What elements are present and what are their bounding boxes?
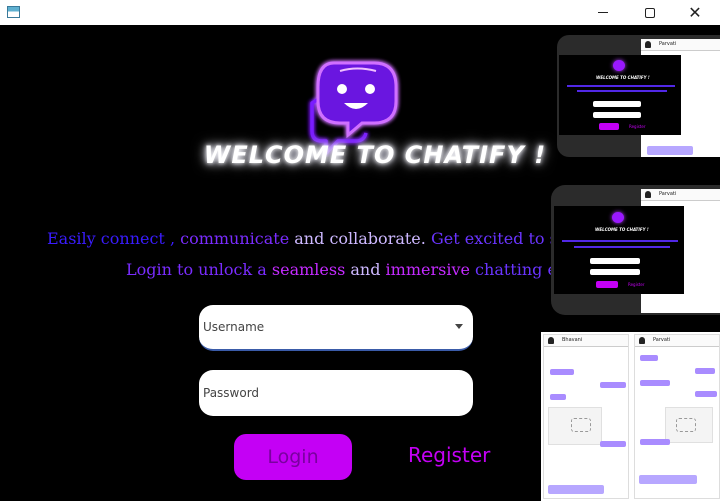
preview-message [600,382,626,388]
preview-chat-name: Parvati [659,191,677,197]
close-icon: ✕ [688,3,702,22]
preview-login-window: WELCOME TO CHATIFY ! Register [554,206,684,294]
preview-chat-name: Parvati [659,41,677,47]
preview-password [590,269,640,275]
preview-message [600,441,626,447]
register-link[interactable]: Register [408,443,490,467]
tagline-segment: Login [126,260,178,279]
preview-welcome: WELCOME TO CHATIFY ! [595,227,649,232]
preview-chat-panel: Parvati [634,334,720,499]
maximize-icon [645,7,655,18]
tagline-segment: Easily connect , [47,229,181,248]
preview-chat-header: Parvati [641,189,720,201]
avatar-icon [645,191,651,198]
title-bar: ✕ [0,0,720,25]
preview-sketch [571,418,591,432]
tagline-line-1: Easily connect , communicate and collabo… [47,229,588,248]
app-icon [7,6,20,18]
password-input[interactable] [199,386,473,400]
preview-chat-header: Bhavani [544,335,628,347]
tagline-segment: and collaborate. [294,229,431,248]
tagline-segment: to unlock a [177,260,272,279]
maximize-button[interactable] [627,0,673,25]
preview-logo-icon [613,60,625,71]
preview-tagline [562,240,678,242]
preview-username [590,258,640,264]
preview-message [695,368,715,374]
preview-chat-name: Bhavani [562,337,583,343]
password-field[interactable] [199,370,473,416]
preview-tagline [577,90,667,92]
avatar-icon [548,337,554,344]
preview-message-input [548,485,604,494]
preview-thumbnail-3: Bhavani Parvati [541,332,720,501]
preview-message [695,391,717,397]
preview-login-window: WELCOME TO CHATIFY ! Register [559,55,681,135]
tagline-line-2: Login to unlock a seamless and immersive… [126,260,576,279]
preview-message-input [639,475,697,484]
username-input[interactable] [199,320,473,334]
preview-login-button [596,281,618,288]
avatar-icon [639,337,645,344]
preview-thumbnail-2: Parvati WELCOME TO CHATIFY ! Register [551,185,720,315]
username-field[interactable] [199,305,473,351]
tagline-segment: and [350,260,386,279]
avatar-icon [645,41,651,48]
preview-chat-name: Parvati [653,337,671,343]
preview-message-input [647,146,693,155]
preview-message [640,439,670,445]
preview-chat-panel: Bhavani [543,334,629,499]
minimize-button[interactable] [580,0,626,25]
preview-message [550,394,566,400]
preview-chat-header: Parvati [635,335,719,347]
preview-sketch [676,418,696,432]
minimize-icon [598,12,608,13]
preview-logo-icon [612,212,624,223]
preview-username [593,101,641,107]
login-button[interactable]: Login [234,434,352,480]
preview-chat-header: Parvati [641,39,720,51]
preview-message [640,355,658,361]
tagline-segment: seamless [271,260,351,279]
preview-tagline [574,246,670,248]
preview-image-message [548,407,602,445]
login-screen: WELCOME TO CHATIFY ! Easily connect , co… [0,25,720,501]
close-button[interactable]: ✕ [672,0,718,25]
preview-register: Register [629,124,646,129]
preview-welcome: WELCOME TO CHATIFY ! [596,75,650,80]
preview-login-button [599,123,619,130]
preview-message [550,369,574,375]
tagline-segment: communicate [180,229,295,248]
preview-password [593,112,641,118]
preview-image-message [665,407,713,443]
preview-tagline [567,85,675,87]
preview-register: Register [628,282,645,287]
tagline-segment: immersive [385,260,476,279]
dropdown-caret-icon[interactable] [455,324,463,329]
preview-message [640,380,670,386]
preview-thumbnail-1: Parvati WELCOME TO CHATIFY ! Register [557,35,720,157]
